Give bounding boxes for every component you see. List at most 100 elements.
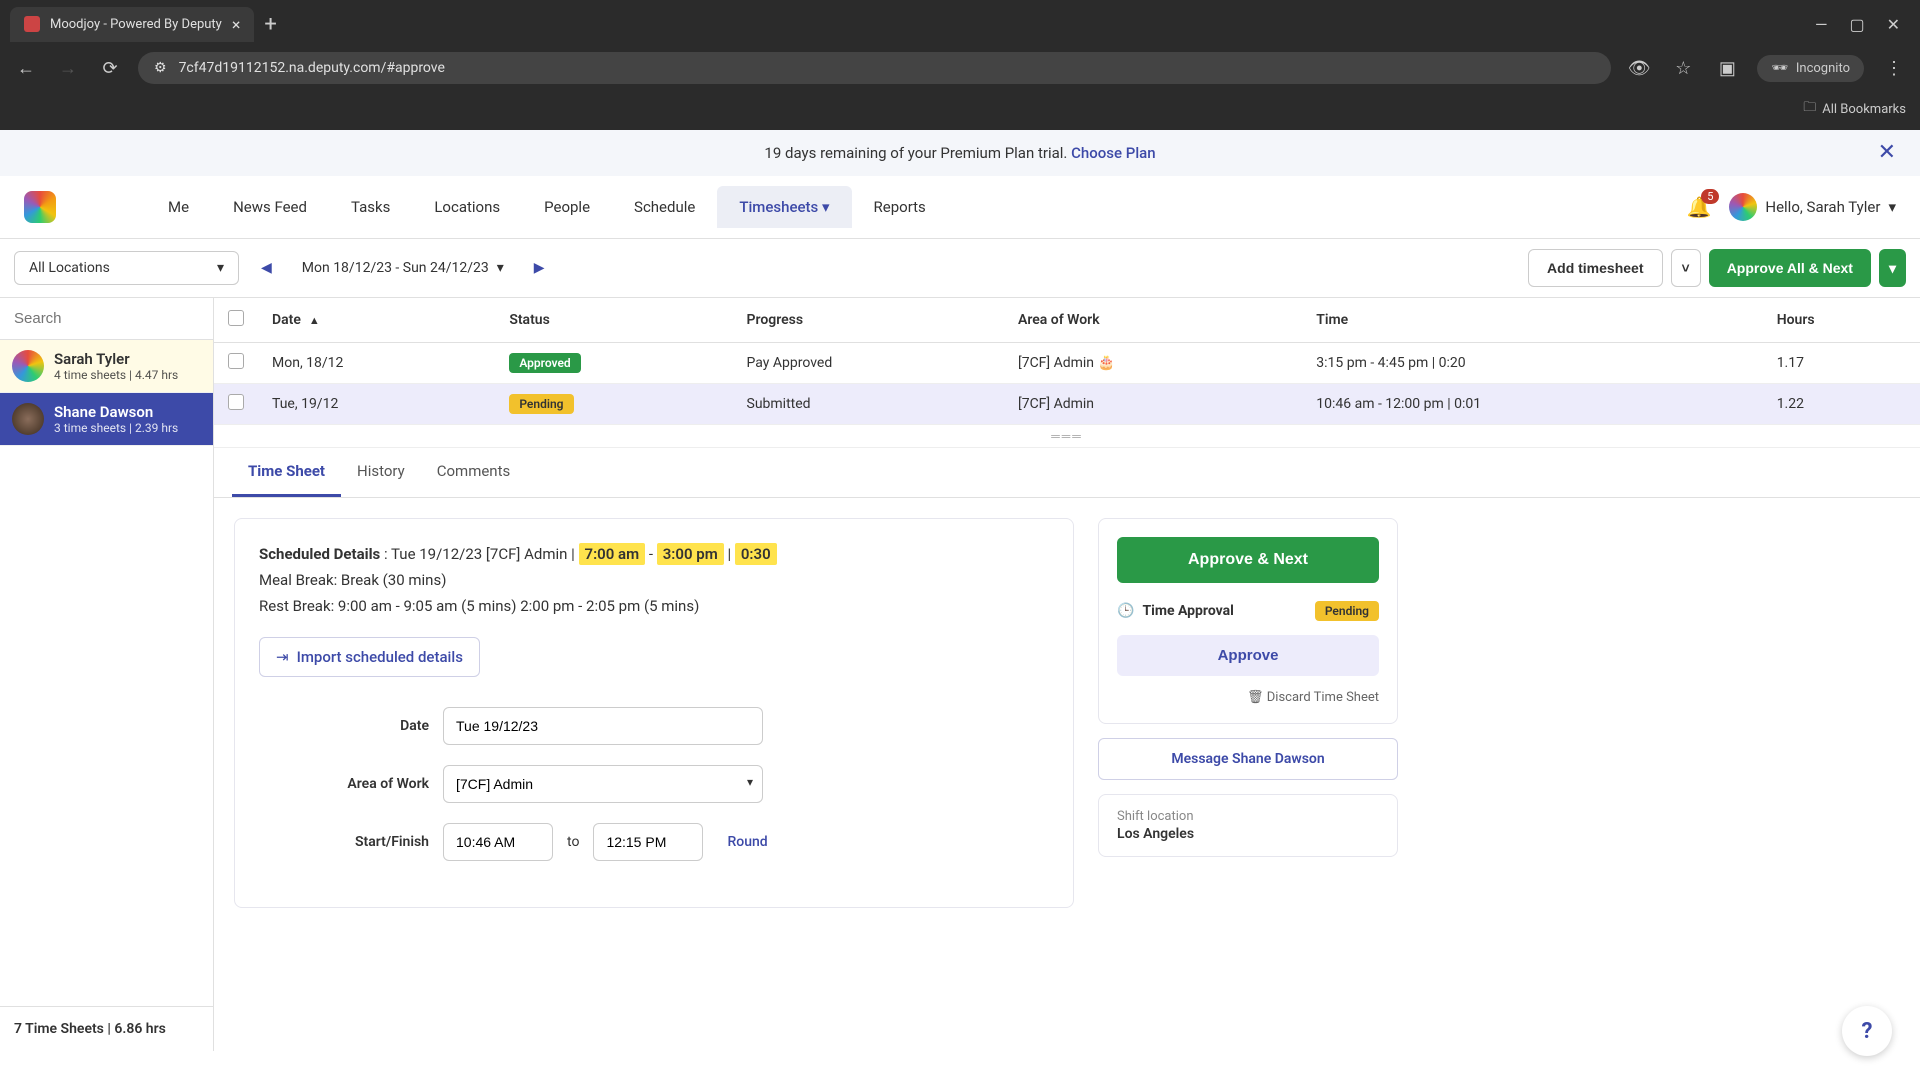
notification-count: 5 bbox=[1701, 189, 1719, 204]
scheduled-text: : Tue 19/12/23 [7CF] Admin | bbox=[384, 545, 579, 563]
header-hours[interactable]: Hours bbox=[1763, 298, 1920, 343]
all-bookmarks-button[interactable]: 🗀 All Bookmarks bbox=[1803, 98, 1906, 120]
start-time-input[interactable] bbox=[443, 823, 553, 861]
employee-meta: 4 time sheets | 4.47 hrs bbox=[54, 368, 178, 382]
sidebar-item-shane[interactable]: Shane Dawson 3 time sheets | 2.39 hrs bbox=[0, 393, 213, 446]
table-row[interactable]: Tue, 19/12 Pending Submitted [7CF] Admin… bbox=[214, 384, 1920, 425]
chevron-down-icon: ▾ bbox=[497, 260, 504, 276]
approve-all-next-button[interactable]: Approve All & Next bbox=[1709, 249, 1871, 287]
add-timesheet-button[interactable]: Add timesheet bbox=[1528, 249, 1662, 287]
hl-end: 3:00 pm bbox=[657, 543, 724, 565]
incognito-pill[interactable]: 🕶 Incognito bbox=[1757, 55, 1864, 82]
close-icon[interactable]: × bbox=[232, 15, 241, 34]
approval-status-badge: Pending bbox=[1315, 601, 1379, 621]
kebab-icon[interactable]: ⋮ bbox=[1880, 54, 1908, 82]
discard-timesheet-button[interactable]: 🗑 Discard Time Sheet bbox=[1117, 690, 1379, 705]
header-area[interactable]: Area of Work bbox=[1004, 298, 1302, 343]
checkbox-header bbox=[214, 298, 258, 343]
time-approval-row: 🕒 Time Approval Pending bbox=[1117, 601, 1379, 621]
import-scheduled-button[interactable]: ⇥ Import scheduled details bbox=[259, 637, 480, 677]
header-status[interactable]: Status bbox=[495, 298, 732, 343]
nav-me[interactable]: Me bbox=[146, 186, 211, 228]
tab-timesheet[interactable]: Time Sheet bbox=[232, 448, 341, 497]
form-row-area: Area of Work bbox=[259, 765, 1049, 803]
sidebar-footer: 7 Time Sheets | 6.86 hrs bbox=[0, 1006, 213, 1051]
header-progress[interactable]: Progress bbox=[733, 298, 1004, 343]
close-banner-icon[interactable]: ✕ bbox=[1878, 140, 1896, 165]
header-time[interactable]: Time bbox=[1302, 298, 1762, 343]
panel-icon[interactable]: ▣ bbox=[1713, 54, 1741, 82]
sidebar-item-sarah[interactable]: Sarah Tyler 4 time sheets | 4.47 hrs bbox=[0, 340, 213, 393]
detail-flex: Scheduled Details : Tue 19/12/23 [7CF] A… bbox=[214, 498, 1920, 928]
hl-break: 0:30 bbox=[735, 543, 777, 565]
approve-all-chevron[interactable]: ▾ bbox=[1879, 249, 1906, 287]
site-settings-icon[interactable]: ⚙ bbox=[154, 60, 167, 76]
row-checkbox[interactable] bbox=[228, 394, 244, 410]
tab-comments[interactable]: Comments bbox=[421, 448, 527, 497]
search-input[interactable] bbox=[0, 298, 213, 339]
tab-history[interactable]: History bbox=[341, 448, 421, 497]
hl-start: 7:00 am bbox=[579, 543, 646, 565]
chevron-down-icon: ▾ bbox=[1889, 260, 1896, 277]
date-input[interactable] bbox=[443, 707, 763, 745]
finish-time-input[interactable] bbox=[593, 823, 703, 861]
next-week-icon[interactable]: ▶ bbox=[522, 252, 557, 284]
header-date-label: Date bbox=[272, 312, 301, 328]
star-icon[interactable]: ☆ bbox=[1669, 54, 1697, 82]
import-label: Import scheduled details bbox=[297, 648, 463, 666]
round-button[interactable]: Round bbox=[727, 834, 767, 850]
add-timesheet-chevron[interactable]: ˅ bbox=[1671, 249, 1701, 287]
maximize-icon[interactable]: ▢ bbox=[1849, 15, 1864, 34]
detail-tabs: Time Sheet History Comments bbox=[214, 448, 1920, 498]
select-all-checkbox[interactable] bbox=[228, 310, 244, 326]
area-select[interactable] bbox=[443, 765, 763, 803]
table-row[interactable]: Mon, 18/12 Approved Pay Approved [7CF] A… bbox=[214, 343, 1920, 384]
nav-reports[interactable]: Reports bbox=[852, 186, 948, 228]
nav-newsfeed[interactable]: News Feed bbox=[211, 186, 329, 228]
approve-and-next-button[interactable]: Approve & Next bbox=[1117, 537, 1379, 583]
prev-week-icon[interactable]: ◀ bbox=[249, 252, 284, 284]
week-range-select[interactable]: Mon 18/12/23 - Sun 24/12/23 ▾ bbox=[288, 252, 518, 284]
employee-name: Sarah Tyler bbox=[54, 350, 178, 368]
nav-timesheets[interactable]: Timesheets ▾ bbox=[717, 186, 851, 228]
form-row-startfinish: Start/Finish to Round bbox=[259, 823, 1049, 861]
choose-plan-link[interactable]: Choose Plan bbox=[1071, 144, 1155, 162]
nav-people[interactable]: People bbox=[522, 186, 612, 228]
resize-handle[interactable]: ═══ bbox=[214, 425, 1920, 448]
message-employee-button[interactable]: Message Shane Dawson bbox=[1098, 738, 1398, 780]
row-checkbox[interactable] bbox=[228, 353, 244, 369]
url-text: 7cf47d19112152.na.deputy.com/#approve bbox=[179, 60, 445, 76]
date-label: Date bbox=[259, 718, 429, 734]
location-select[interactable]: All Locations ▾ bbox=[14, 251, 239, 285]
approve-button[interactable]: Approve bbox=[1117, 635, 1379, 676]
header-date[interactable]: Date▲ bbox=[258, 298, 495, 343]
nav-schedule[interactable]: Schedule bbox=[612, 186, 717, 228]
discard-label: Discard Time Sheet bbox=[1267, 690, 1379, 705]
notifications-button[interactable]: 🔔 5 bbox=[1686, 195, 1711, 219]
addtab-icon[interactable]: + bbox=[264, 12, 276, 37]
minimize-icon[interactable]: — bbox=[1815, 15, 1828, 34]
nav-tasks[interactable]: Tasks bbox=[329, 186, 412, 228]
back-icon[interactable]: ← bbox=[12, 54, 40, 82]
cell-date: Mon, 18/12 bbox=[258, 343, 495, 384]
help-fab[interactable]: ? bbox=[1842, 1006, 1892, 1056]
brand-logo-icon[interactable] bbox=[24, 191, 56, 223]
eye-off-icon[interactable]: 👁 bbox=[1625, 54, 1653, 82]
shift-location-label: Shift location bbox=[1117, 809, 1379, 824]
greeting-text: Hello, Sarah Tyler bbox=[1765, 198, 1880, 216]
timesheet-form: Date Area of Work Start/Finish to bbox=[259, 707, 1049, 861]
chevron-down-icon: ▾ bbox=[1888, 198, 1896, 216]
nav-items: Me News Feed Tasks Locations People Sche… bbox=[146, 186, 948, 228]
week-nav: ◀ Mon 18/12/23 - Sun 24/12/23 ▾ ▶ bbox=[249, 252, 557, 284]
nav-locations[interactable]: Locations bbox=[412, 186, 522, 228]
meal-break-text: Meal Break: Break (30 mins) bbox=[259, 571, 1049, 589]
reload-icon[interactable]: ⟳ bbox=[96, 54, 124, 82]
status-badge: Pending bbox=[509, 394, 573, 414]
close-window-icon[interactable]: ✕ bbox=[1887, 15, 1900, 34]
url-field[interactable]: ⚙ 7cf47d19112152.na.deputy.com/#approve bbox=[138, 52, 1611, 84]
startfinish-label: Start/Finish bbox=[259, 834, 429, 850]
scheduled-label: Scheduled Details bbox=[259, 545, 380, 563]
user-menu[interactable]: Hello, Sarah Tyler ▾ bbox=[1729, 193, 1896, 221]
browser-tab[interactable]: Moodjoy - Powered By Deputy × bbox=[10, 7, 254, 42]
approval-card: Approve & Next 🕒 Time Approval Pending A… bbox=[1098, 518, 1398, 724]
